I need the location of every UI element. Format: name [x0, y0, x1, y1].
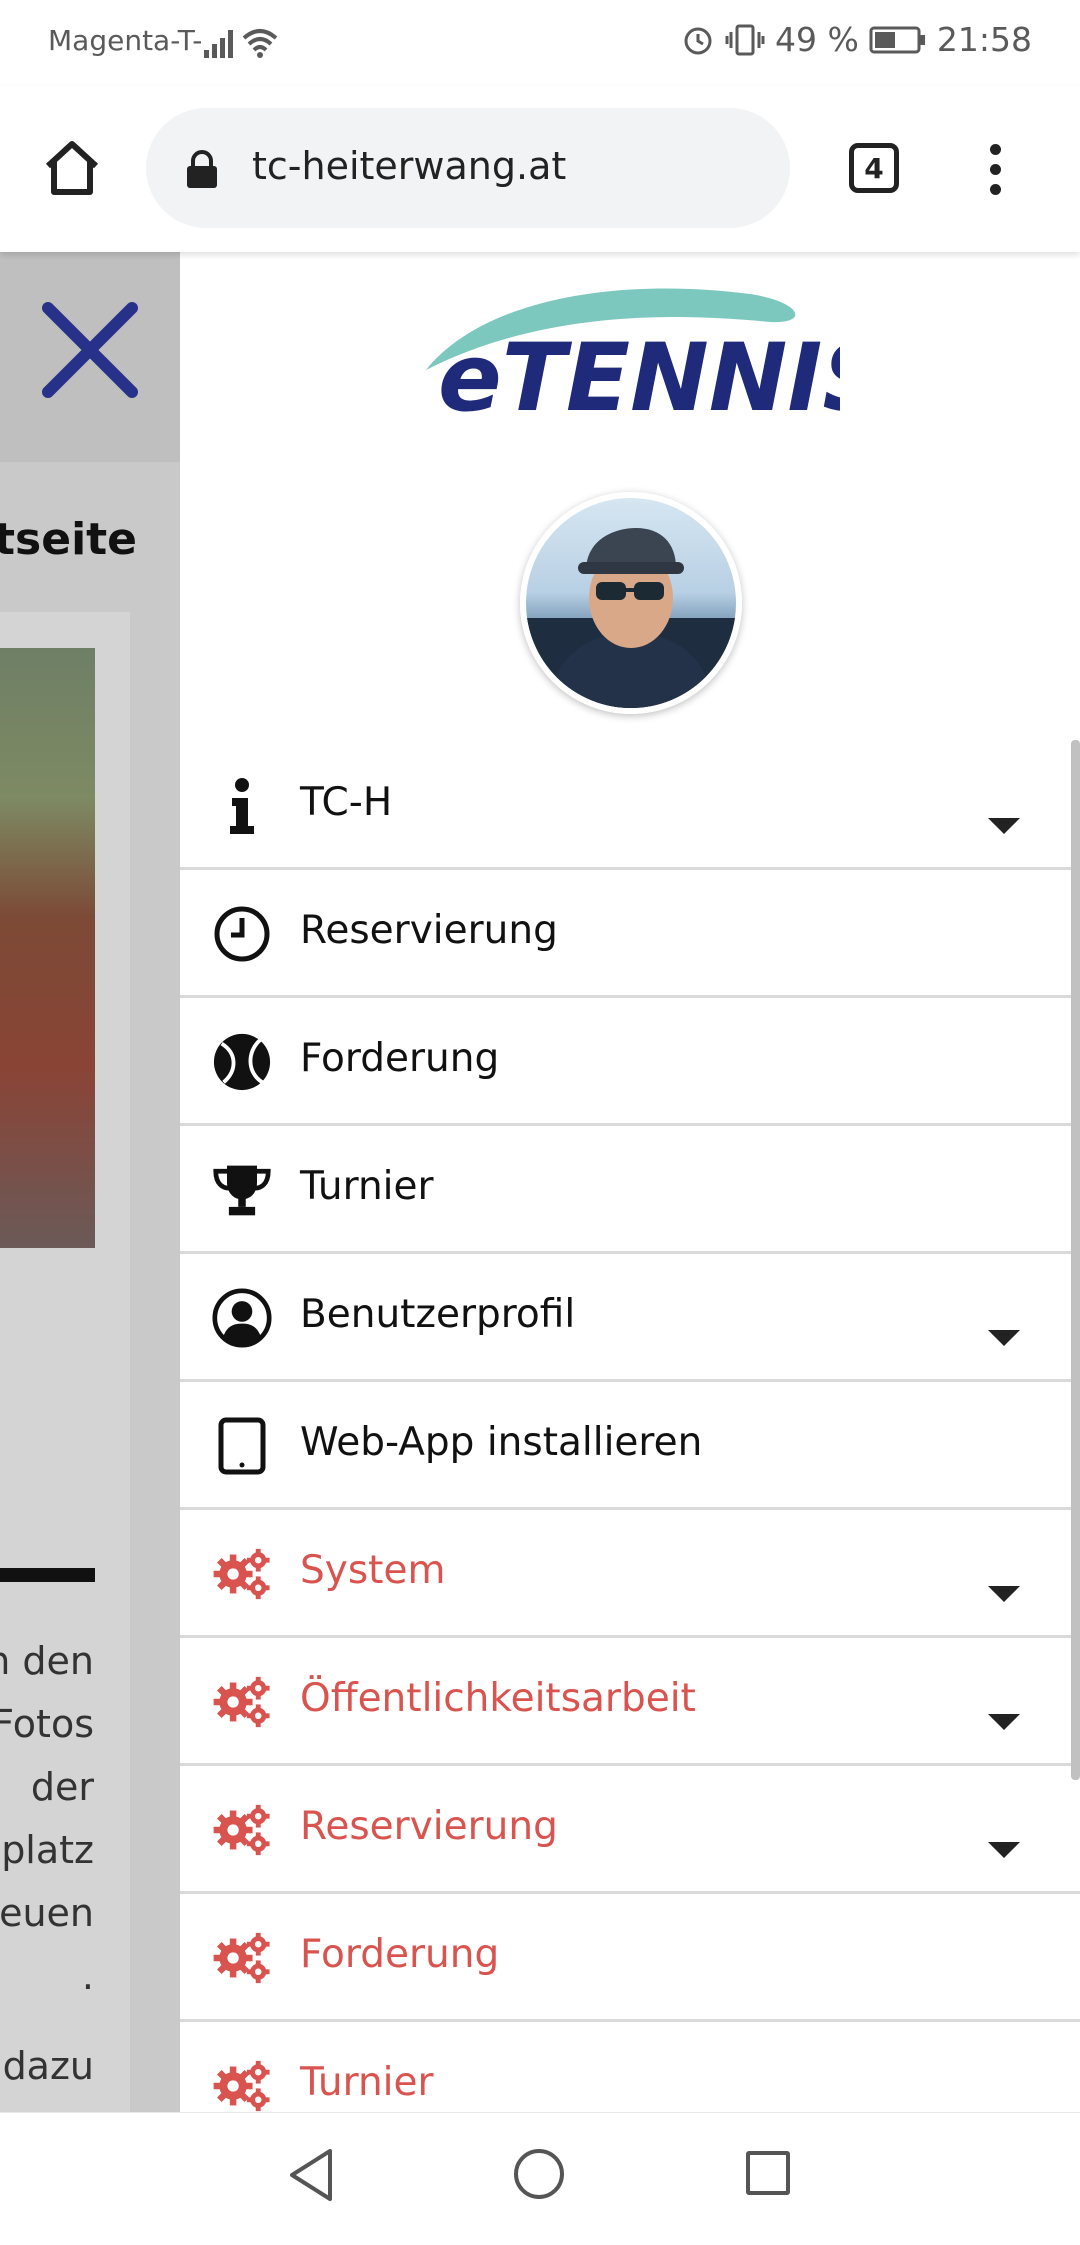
tablet-icon [212, 1416, 272, 1476]
signal-icon [204, 29, 278, 58]
back-icon[interactable] [286, 2147, 336, 2203]
menu-item-forderung[interactable]: Forderung [180, 998, 1080, 1126]
battery-icon [869, 26, 925, 53]
browser-toolbar: tc-heiterwang.at 4 [0, 86, 1080, 252]
menu-item-label: System [300, 1548, 446, 1593]
menu-item-oeffentlichkeitsarbeit[interactable]: Öffentlichkeitsarbeit [180, 1638, 1080, 1766]
etennis-logo[interactable]: eTENNIS [420, 272, 890, 433]
menu-item-tc-h[interactable]: TC-H [180, 742, 1080, 870]
home-nav-icon[interactable] [514, 2149, 564, 2199]
chevron-down-icon[interactable] [988, 1714, 1020, 1730]
chevron-down-icon[interactable] [988, 1586, 1020, 1602]
dot-icon [989, 164, 1001, 175]
logo-swoosh: eTENNIS [426, 288, 890, 433]
close-menu-button[interactable] [40, 300, 140, 400]
home-icon [45, 141, 99, 195]
address-bar[interactable]: tc-heiterwang.at [146, 108, 790, 228]
home-button[interactable] [40, 136, 104, 200]
avatar[interactable] [520, 492, 742, 714]
navigation-drawer: eTENNIS TC-H Reservierung [180, 252, 1080, 2112]
chevron-down-icon[interactable] [988, 1330, 1020, 1346]
close-icon [42, 302, 138, 398]
menu-item-admin-forderung[interactable]: Forderung [180, 1894, 1080, 2022]
chevron-down-icon[interactable] [988, 1842, 1020, 1858]
logo-text: eTENNIS [438, 324, 840, 422]
menu-item-benutzerprofil[interactable]: Benutzerprofil [180, 1254, 1080, 1382]
clock-time: 21:58 [936, 20, 1032, 59]
background-text-line: euen [0, 1891, 94, 1935]
menu-item-system[interactable]: System [180, 1510, 1080, 1638]
background-text-line: n den [0, 1639, 94, 1683]
background-photo [0, 648, 95, 1248]
tennis-ball-icon [212, 1032, 272, 1092]
trophy-icon [212, 1160, 272, 1220]
clock-icon [212, 904, 272, 964]
dot-icon [989, 144, 1001, 155]
drawer-menu: TC-H Reservierung Forderung Turnier Benu… [180, 742, 1080, 2112]
menu-item-label: TC-H [300, 780, 393, 825]
gears-icon [212, 1544, 272, 1604]
dot-icon [989, 184, 1001, 195]
menu-item-label: Benutzerprofil [300, 1292, 576, 1337]
status-bar: Magenta-T- 49 % 21:58 [0, 0, 1080, 86]
background-text-line: Fotos [0, 1702, 94, 1746]
menu-item-turnier[interactable]: Turnier [180, 1126, 1080, 1254]
drawer-scrollbar[interactable] [1071, 740, 1080, 1780]
menu-item-admin-reservierung[interactable]: Reservierung [180, 1766, 1080, 1894]
background-header [0, 252, 180, 462]
user-circle-icon [212, 1288, 272, 1348]
menu-item-label: Reservierung [300, 1804, 558, 1849]
gears-icon [212, 1672, 272, 1732]
background-heading: tseite [0, 514, 138, 565]
menu-item-label: Reservierung [300, 908, 558, 953]
background-divider [0, 1568, 95, 1582]
menu-item-web-app-installieren[interactable]: Web-App installieren [180, 1382, 1080, 1510]
chevron-down-icon[interactable] [988, 818, 1020, 834]
menu-item-label: Turnier [300, 1164, 434, 1209]
gears-icon [212, 1928, 272, 1988]
background-text-line: . [81, 1954, 94, 1998]
menu-item-label: Web-App installieren [300, 1420, 703, 1465]
menu-item-label: Forderung [300, 1932, 500, 1977]
background-text-line: der [30, 1765, 94, 1809]
gears-icon [212, 1800, 272, 1860]
system-navigation-bar [0, 2112, 1080, 2245]
gears-icon [212, 2056, 272, 2112]
overflow-menu-button[interactable] [980, 144, 1010, 196]
background-text-line: dazu [2, 2044, 94, 2088]
vibrate-icon [725, 24, 765, 55]
lock-icon [187, 150, 217, 188]
menu-item-label: Forderung [300, 1036, 500, 1081]
battery-percent: 49 % [775, 20, 859, 59]
tab-switcher-button[interactable]: 4 [849, 143, 899, 193]
signal-wifi-icons [202, 22, 282, 66]
profile-photo [526, 528, 736, 708]
carrier-name: Magenta-T- [48, 24, 203, 57]
url-text: tc-heiterwang.at [252, 144, 567, 188]
menu-item-label: Turnier [300, 2060, 434, 2105]
menu-item-admin-turnier[interactable]: Turnier [180, 2022, 1080, 2112]
menu-item-reservierung[interactable]: Reservierung [180, 870, 1080, 998]
background-text-line: platz [1, 1828, 94, 1872]
background-text: n den Fotos der platz euen . [0, 1630, 94, 2008]
info-icon [212, 776, 272, 836]
alarm-icon [684, 27, 712, 54]
background-page: tseite n den Fotos der platz euen . dazu [0, 252, 180, 2112]
menu-item-label: Öffentlichkeitsarbeit [300, 1676, 696, 1721]
recent-apps-icon[interactable] [746, 2151, 790, 2195]
